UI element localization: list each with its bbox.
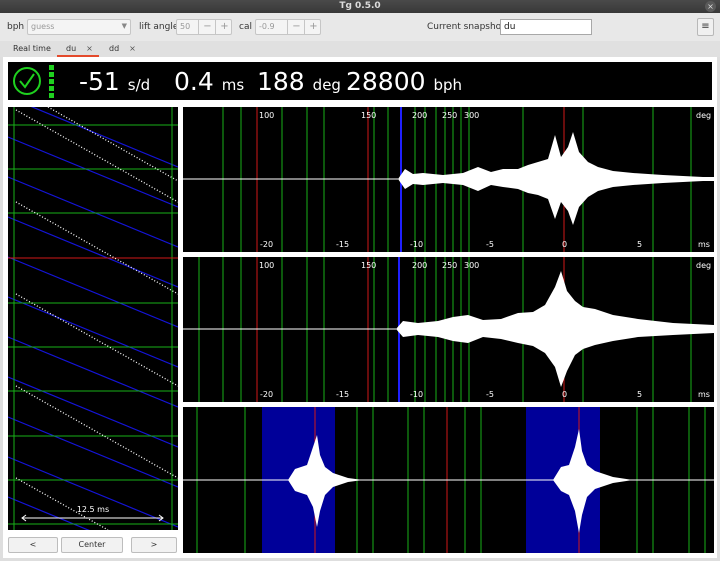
chevron-down-icon: ▼ xyxy=(121,22,127,30)
ms-tick: -15 xyxy=(336,390,349,399)
deg-tick: 150 xyxy=(361,111,376,120)
paperstrip-plot xyxy=(7,96,179,561)
tab-real-time[interactable]: Real time xyxy=(13,41,51,57)
tab-label: dd xyxy=(109,44,120,53)
cal-spinner[interactable]: -0.9 − + xyxy=(255,19,321,35)
deg-tick: 300 xyxy=(464,261,479,270)
ms-tick: -5 xyxy=(486,390,494,399)
cal-increment-button[interactable]: + xyxy=(304,20,322,34)
window-title: Tg 0.5.0 xyxy=(339,1,381,11)
ms-unit: ms xyxy=(698,240,710,249)
lift-angle-spinner[interactable]: 50 − + xyxy=(176,19,232,35)
tab-label: Real time xyxy=(13,44,51,53)
deg-tick: 150 xyxy=(361,261,376,270)
title-bar: Tg 0.5.0 × xyxy=(0,0,720,13)
toc-waveform: 100 150 200 250 300 deg -20 -15 -10 -5 0… xyxy=(183,257,714,402)
span-label: 12.5 ms xyxy=(76,505,110,514)
ms-tick: -10 xyxy=(410,240,423,249)
ms-tick: -20 xyxy=(260,240,273,249)
signal-level-icon xyxy=(49,65,54,100)
ms-tick: -5 xyxy=(486,240,494,249)
snapshot-name-input[interactable]: du xyxy=(500,19,592,35)
deg-tick: 300 xyxy=(464,111,479,120)
tic-waveform-plot: 100 150 200 250 300 deg -20 -15 -10 -5 0… xyxy=(183,107,714,252)
beat-error-value: 0.4 xyxy=(174,67,214,96)
close-tab-icon[interactable]: × xyxy=(129,44,136,53)
bph-value: 28800 xyxy=(346,67,426,96)
status-display: -51 s/d 0.4 ms 188 deg 28800 bph xyxy=(6,60,714,102)
period-waveform-plot xyxy=(183,407,714,553)
toolbar: bph guess ▼ lift angle 50 − + cal -0.9 −… xyxy=(0,13,720,42)
ms-tick: 0 xyxy=(562,390,567,399)
deg-tick: 250 xyxy=(442,111,457,120)
deg-tick: 250 xyxy=(442,261,457,270)
lift-angle-value: 50 xyxy=(180,22,191,31)
beat-error-readout: 0.4 ms xyxy=(174,67,244,96)
bph-readout: 28800 bph xyxy=(346,67,462,96)
bph-unit: bph xyxy=(433,76,463,94)
cal-decrement-button[interactable]: − xyxy=(287,20,305,34)
clock-check-icon xyxy=(13,67,41,95)
amplitude-unit: deg xyxy=(312,76,341,94)
scroll-right-button[interactable]: > xyxy=(131,537,177,553)
deg-unit: deg xyxy=(696,111,711,120)
tab-label: du xyxy=(66,44,77,53)
tic-waveform: 100 150 200 250 300 deg -20 -15 -10 -5 0… xyxy=(183,107,714,252)
bph-label: bph xyxy=(7,22,25,32)
rate-readout: -51 s/d xyxy=(79,67,150,96)
deg-tick: 100 xyxy=(259,111,274,120)
ms-tick: 5 xyxy=(637,390,642,399)
close-tab-icon[interactable]: × xyxy=(86,44,93,53)
bph-combo-value: guess xyxy=(31,22,55,31)
bph-combo[interactable]: guess ▼ xyxy=(27,19,131,35)
ms-tick: 0 xyxy=(562,240,567,249)
rate-value: -51 xyxy=(79,67,120,96)
deg-tick: 100 xyxy=(259,261,274,270)
period-waveform xyxy=(183,407,714,553)
ms-tick: -20 xyxy=(260,390,273,399)
deg-tick: 200 xyxy=(412,111,427,120)
paperstrip: 12.5 ms xyxy=(7,96,179,561)
beat-error-unit: ms xyxy=(221,76,245,94)
ms-tick: 5 xyxy=(637,240,642,249)
lift-angle-increment-button[interactable]: + xyxy=(215,20,233,34)
tab-bar: Real time du × dd × xyxy=(0,41,720,57)
deg-tick: 200 xyxy=(412,261,427,270)
center-button[interactable]: Center xyxy=(61,537,123,553)
ms-tick: -15 xyxy=(336,240,349,249)
tab-du[interactable]: du × xyxy=(57,41,99,57)
close-icon[interactable]: × xyxy=(705,1,716,12)
cal-label: cal xyxy=(239,22,252,32)
amplitude-readout: 188 deg xyxy=(257,67,341,96)
ms-unit: ms xyxy=(698,390,710,399)
toc-waveform-plot: 100 150 200 250 300 deg -20 -15 -10 -5 0… xyxy=(183,257,714,402)
tab-dd[interactable]: dd × xyxy=(109,41,136,57)
amplitude-value: 188 xyxy=(257,67,305,96)
rate-unit: s/d xyxy=(127,76,151,94)
hamburger-icon[interactable]: ≡ xyxy=(697,18,714,36)
current-snapshot-label: Current snapshot: xyxy=(427,22,508,32)
lift-angle-decrement-button[interactable]: − xyxy=(198,20,216,34)
cal-value: -0.9 xyxy=(259,22,275,31)
ms-tick: -10 xyxy=(410,390,423,399)
lift-angle-label: lift angle xyxy=(139,22,179,32)
scroll-left-button[interactable]: < xyxy=(8,537,58,553)
deg-unit: deg xyxy=(696,261,711,270)
